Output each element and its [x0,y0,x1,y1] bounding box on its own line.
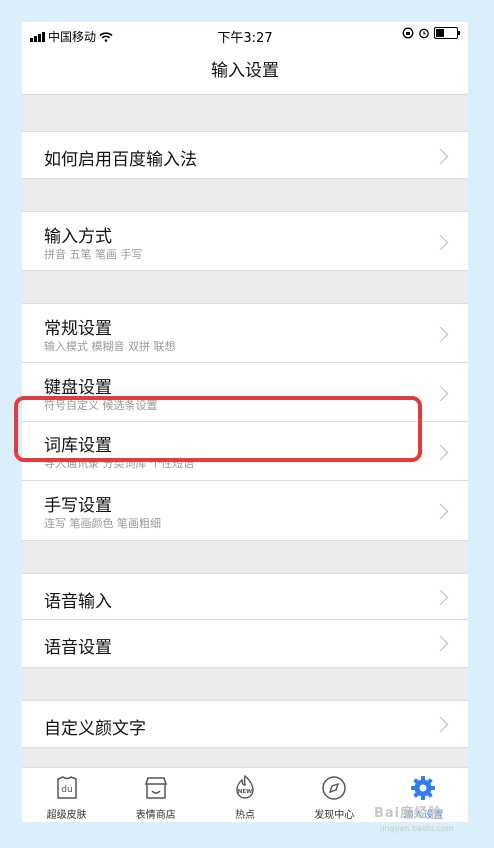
chevron-right-icon [432,326,449,343]
tab-emoji-store[interactable]: 表情商店 [111,768,200,822]
hot-new-icon: NEW [236,774,254,799]
store-icon [144,777,167,799]
chevron-right-icon [432,503,449,520]
new-badge: NEW [238,789,252,795]
watermark-url: jingyan.baidu.com [380,824,454,833]
row-custom-emoticons[interactable]: 自定义颜文字 [22,700,468,748]
tab-discover[interactable]: 发现中心 [290,768,379,822]
chevron-right-icon [432,589,449,606]
chevron-right-icon [432,385,449,402]
row-subtitle: 拼音 五笔 笔画 手写 [44,248,143,261]
watermark-text: Bai度经验 [374,806,443,821]
row-label: 输入方式 [44,227,112,247]
row-general-settings[interactable]: 常规设置 输入模式 模糊音 双拼 联想 [22,303,468,363]
compass-icon [322,776,346,800]
status-bar: 中国移动 下午3:27 [22,22,468,48]
row-label: 如何启用百度输入法 [44,150,197,170]
page-title: 输入设置 [211,61,279,81]
tab-label: 表情商店 [135,810,176,821]
row-label: 键盘设置 [44,378,112,398]
chevron-right-icon [432,148,449,165]
alarm-icon [419,28,429,39]
chevron-right-icon [432,444,449,461]
tab-label: 发现中心 [314,810,355,821]
row-label: 手写设置 [44,496,112,516]
chevron-right-icon [432,716,449,733]
gear-icon [411,776,436,800]
row-voice-settings[interactable]: 语音设置 [22,620,468,668]
highlight-frame [14,396,422,462]
row-input-method[interactable]: 输入方式 拼音 五笔 笔画 手写 [22,211,468,271]
tab-hot[interactable]: NEW 热点 [200,768,289,822]
row-label: 语音输入 [44,592,112,612]
nav-bar: 输入设置 [22,48,468,95]
tab-super-skin[interactable]: du 超级皮肤 [22,768,111,822]
row-enable-baidu-ime[interactable]: 如何启用百度输入法 [22,131,468,179]
chevron-right-icon [432,635,449,652]
row-label: 语音设置 [44,638,112,658]
tab-label: 超级皮肤 [46,810,87,821]
battery-icon [434,27,460,39]
chevron-right-icon [432,234,449,251]
row-subtitle: 输入模式 模糊音 双拼 联想 [44,340,176,353]
row-handwriting-settings[interactable]: 手写设置 连写 笔画颜色 笔画粗细 [22,481,468,541]
tab-label: 热点 [235,810,255,821]
rotation-lock-icon [402,27,414,39]
svg-text:du: du [61,785,72,795]
row-subtitle: 连写 笔画颜色 笔画粗细 [44,517,161,530]
row-voice-input[interactable]: 语音输入 [22,573,468,620]
row-label: 常规设置 [44,319,112,339]
row-label: 自定义颜文字 [44,719,146,739]
skin-icon: du [56,776,77,799]
status-right [402,27,460,39]
